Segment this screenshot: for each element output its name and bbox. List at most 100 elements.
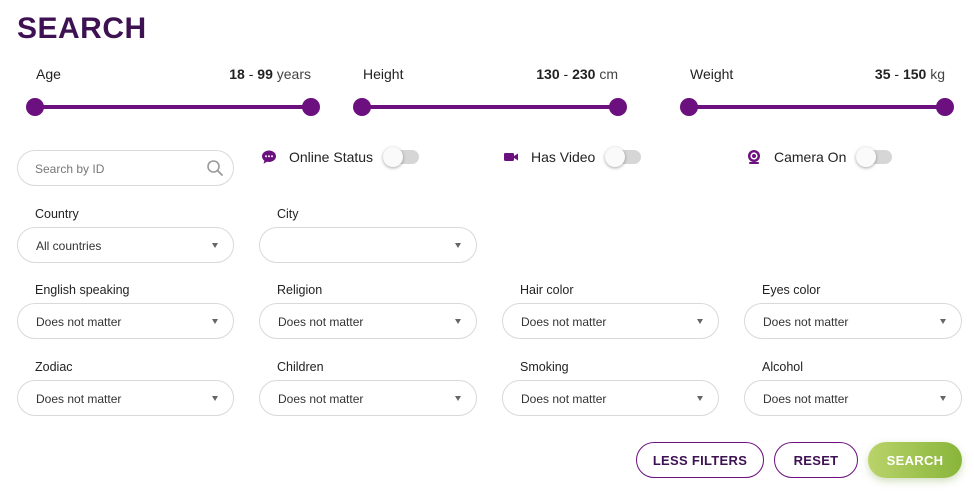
chevron-down-icon: [697, 396, 703, 401]
religion-label: Religion: [277, 283, 323, 297]
reset-button[interactable]: RESET: [774, 442, 858, 478]
weight-sep: -: [890, 66, 903, 82]
camera-on-toggle-group: Camera On: [746, 147, 893, 167]
chevron-down-icon: [697, 319, 703, 324]
search-id-box: [17, 150, 234, 186]
less-filters-button[interactable]: LESS FILTERS: [636, 442, 764, 478]
alcohol-field: Alcohol Does not matter: [744, 360, 962, 416]
has-video-knob[interactable]: [605, 147, 626, 167]
alcohol-label: Alcohol: [762, 360, 803, 374]
age-sep: -: [244, 66, 258, 82]
age-slider-track[interactable]: [26, 98, 320, 116]
eyes-field: Eyes color Does not matter: [744, 283, 962, 339]
weight-values: 35 - 150 kg: [875, 66, 945, 82]
city-field: City: [259, 207, 477, 263]
chevron-down-icon: [212, 243, 218, 248]
hair-field: Hair color Does not matter: [502, 283, 719, 339]
height-max-handle[interactable]: [609, 98, 627, 116]
children-field: Children Does not matter: [259, 360, 477, 416]
english-select[interactable]: Does not matter: [17, 303, 234, 339]
weight-slider-track[interactable]: [680, 98, 954, 116]
english-field: English speaking Does not matter: [17, 283, 234, 339]
age-values: 18 - 99 years: [229, 66, 311, 82]
country-field: Country All countries: [17, 207, 234, 263]
height-unit: cm: [595, 66, 618, 82]
chat-bubble-icon: [262, 150, 276, 164]
height-range: Height 130 - 230 cm: [353, 66, 627, 116]
eyes-label: Eyes color: [762, 283, 821, 297]
chevron-down-icon: [455, 319, 461, 324]
camera-on-label: Camera On: [774, 149, 847, 165]
height-min: 130: [536, 66, 560, 82]
height-min-handle[interactable]: [353, 98, 371, 116]
height-values: 130 - 230 cm: [536, 66, 618, 82]
age-max-handle[interactable]: [302, 98, 320, 116]
eyes-select[interactable]: Does not matter: [744, 303, 962, 339]
city-select[interactable]: [259, 227, 477, 263]
smoking-label: Smoking: [520, 360, 569, 374]
page-title: SEARCH: [17, 12, 147, 45]
chevron-down-icon: [212, 319, 218, 324]
camera-on-switch[interactable]: [856, 147, 893, 167]
chevron-down-icon: [455, 243, 461, 248]
search-button[interactable]: SEARCH: [868, 442, 962, 478]
eyes-value: Does not matter: [763, 315, 849, 329]
weight-max-handle[interactable]: [936, 98, 954, 116]
weight-max: 150: [902, 66, 927, 82]
english-value: Does not matter: [36, 315, 122, 329]
english-label: English speaking: [35, 283, 130, 297]
city-label: City: [277, 207, 299, 221]
chevron-down-icon: [940, 319, 946, 324]
age-label: Age: [36, 66, 61, 82]
online-status-switch[interactable]: [383, 147, 420, 167]
children-select[interactable]: Does not matter: [259, 380, 477, 416]
camera-on-knob[interactable]: [856, 147, 877, 167]
religion-value: Does not matter: [278, 315, 364, 329]
age-unit: years: [272, 66, 311, 82]
zodiac-field: Zodiac Does not matter: [17, 360, 234, 416]
alcohol-value: Does not matter: [763, 392, 849, 406]
age-max: 99: [257, 66, 273, 82]
alcohol-select[interactable]: Does not matter: [744, 380, 962, 416]
age-min-handle[interactable]: [26, 98, 44, 116]
age-range: Age 18 - 99 years: [26, 66, 320, 116]
weight-unit: kg: [926, 66, 945, 82]
chevron-down-icon: [212, 396, 218, 401]
country-select[interactable]: All countries: [17, 227, 234, 263]
online-status-label: Online Status: [289, 149, 374, 165]
height-max: 230: [572, 66, 596, 82]
chevron-down-icon: [455, 396, 461, 401]
religion-select[interactable]: Does not matter: [259, 303, 477, 339]
online-status-knob[interactable]: [383, 147, 404, 167]
children-value: Does not matter: [278, 392, 364, 406]
chevron-down-icon: [940, 396, 946, 401]
children-label: Children: [277, 360, 324, 374]
video-camera-icon: [504, 153, 518, 161]
has-video-label: Has Video: [531, 149, 596, 165]
weight-range: Weight 35 - 150 kg: [680, 66, 954, 116]
height-sep: -: [559, 66, 573, 82]
country-label: Country: [35, 207, 79, 221]
height-slider-track[interactable]: [353, 98, 627, 116]
smoking-field: Smoking Does not matter: [502, 360, 719, 416]
hair-value: Does not matter: [521, 315, 607, 329]
smoking-select[interactable]: Does not matter: [502, 380, 719, 416]
hair-label: Hair color: [520, 283, 574, 297]
smoking-value: Does not matter: [521, 392, 607, 406]
height-label: Height: [363, 66, 404, 82]
religion-field: Religion Does not matter: [259, 283, 477, 339]
country-value: All countries: [36, 239, 102, 253]
zodiac-label: Zodiac: [35, 360, 73, 374]
search-icon[interactable]: [206, 159, 224, 177]
weight-min-handle[interactable]: [680, 98, 698, 116]
zodiac-select[interactable]: Does not matter: [17, 380, 234, 416]
age-min: 18: [229, 66, 245, 82]
online-status-toggle-group: Online Status: [261, 147, 420, 167]
webcam-icon: [748, 150, 760, 164]
hair-select[interactable]: Does not matter: [502, 303, 719, 339]
has-video-switch[interactable]: [605, 147, 642, 167]
has-video-toggle-group: Has Video: [503, 147, 642, 167]
search-id-input[interactable]: [35, 160, 195, 178]
weight-label: Weight: [690, 66, 734, 82]
weight-min: 35: [874, 66, 891, 82]
